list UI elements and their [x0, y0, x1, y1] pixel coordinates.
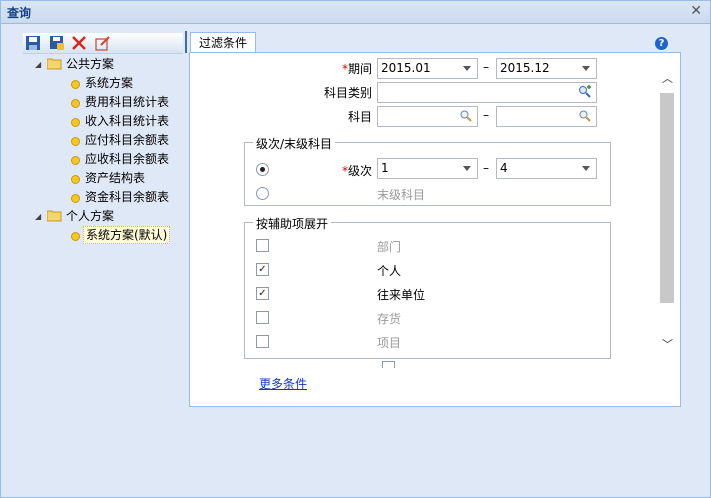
scheme-dot-icon [71, 99, 80, 108]
tree-label: 应收科目余额表 [85, 152, 170, 166]
help-icon[interactable]: ? [655, 37, 668, 50]
title-bar: 查询 ✕ [1, 1, 710, 24]
tree-label: 费用科目统计表 [85, 95, 170, 109]
save-icon[interactable] [25, 35, 41, 51]
aux-label: 存货 [377, 312, 402, 326]
subject-to-input[interactable] [496, 106, 597, 127]
search-add-icon[interactable] [578, 85, 592, 99]
clipped-checkbox [382, 361, 395, 368]
folder-open-icon [47, 210, 62, 222]
tree-label: 系统方案 [85, 76, 134, 90]
level-from-combo[interactable]: 1 [377, 158, 478, 179]
edit-icon[interactable] [95, 35, 111, 51]
range-dash: – [483, 161, 489, 175]
chevron-down-icon[interactable] [463, 166, 471, 171]
leaf-radio[interactable] [256, 187, 269, 200]
vertical-scrollbar[interactable]: ︿ ﹀ [660, 68, 676, 351]
collapse-arrow-icon[interactable]: ◢ [35, 213, 43, 221]
level-radio[interactable] [256, 163, 269, 176]
aux-label: 部门 [377, 240, 402, 254]
scheme-dot-icon [71, 137, 80, 146]
tab-filter[interactable]: 过滤条件 [190, 32, 257, 53]
aux-label: 往来单位 [377, 288, 426, 302]
scroll-down-icon[interactable]: ﹀ [662, 336, 673, 352]
tree-label: 收入科目统计表 [85, 114, 170, 128]
tree-label: 个人方案 [66, 209, 115, 223]
scroll-thumb[interactable] [660, 93, 674, 303]
aux-fieldset [244, 222, 611, 359]
level-to-combo[interactable]: 4 [496, 158, 597, 179]
level-label: *级次 [341, 164, 372, 178]
collapse-arrow-icon[interactable]: ◢ [35, 61, 43, 69]
aux-label: 个人 [377, 264, 402, 278]
more-conditions-link[interactable]: 更多条件 [259, 375, 307, 392]
aux-checkbox[interactable]: ✓ [256, 287, 269, 300]
chevron-down-icon[interactable] [582, 166, 590, 171]
splitter[interactable] [185, 31, 187, 53]
clipped-row [190, 358, 660, 368]
aux-checkbox[interactable] [256, 311, 269, 324]
scheme-dot-icon [71, 232, 80, 241]
tree-label: 应付科目余额表 [85, 133, 170, 147]
scheme-toolbar [23, 33, 183, 54]
filter-panel: *期间 2015.01 – 2015.12 科目类别 科目 – 级次/末级科目 … [189, 52, 681, 407]
tree-label: 资产结构表 [85, 171, 146, 185]
search-icon[interactable] [578, 109, 592, 123]
aux-checkbox[interactable] [256, 239, 269, 252]
range-dash: – [483, 60, 489, 74]
chevron-down-icon[interactable] [463, 66, 471, 71]
period-label: *期间 [341, 62, 372, 76]
level-legend: 级次/末级科目 [253, 135, 336, 152]
tree-label: 资金科目余额表 [85, 190, 170, 204]
scheme-dot-icon [71, 194, 80, 203]
window-title: 查询 [7, 6, 32, 20]
leaf-label: 末级科目 [377, 188, 426, 202]
save-as-icon[interactable] [49, 35, 65, 51]
search-icon[interactable] [459, 109, 473, 123]
aux-checkbox[interactable] [256, 335, 269, 348]
folder-open-icon [47, 58, 62, 70]
category-label: 科目类别 [323, 86, 372, 100]
query-window: 查询 ✕ ◢ 公共方案 系统方案费用科目统计表 收入科目统计表 应付科目余额表 应收科… [0, 0, 711, 498]
category-input[interactable] [377, 82, 597, 103]
period-to-combo[interactable]: 2015.12 [496, 58, 597, 79]
close-icon[interactable]: ✕ [690, 3, 702, 19]
tree-label: 系统方案(默认) [83, 226, 171, 244]
scheme-dot-icon [71, 156, 80, 165]
tree-label: 公共方案 [66, 57, 115, 71]
scheme-dot-icon [71, 118, 80, 127]
period-from-combo[interactable]: 2015.01 [377, 58, 478, 79]
aux-legend: 按辅助项展开 [253, 215, 332, 232]
aux-checkbox[interactable]: ✓ [256, 263, 269, 276]
subject-label: 科目 [347, 110, 372, 124]
range-dash: – [483, 108, 489, 122]
aux-label: 项目 [377, 336, 402, 350]
chevron-down-icon[interactable] [582, 66, 590, 71]
delete-icon[interactable] [71, 35, 87, 51]
scroll-up-icon[interactable]: ︿ [662, 70, 673, 86]
scheme-dot-icon [71, 175, 80, 184]
subject-from-input[interactable] [377, 106, 478, 127]
scheme-dot-icon [71, 80, 80, 89]
